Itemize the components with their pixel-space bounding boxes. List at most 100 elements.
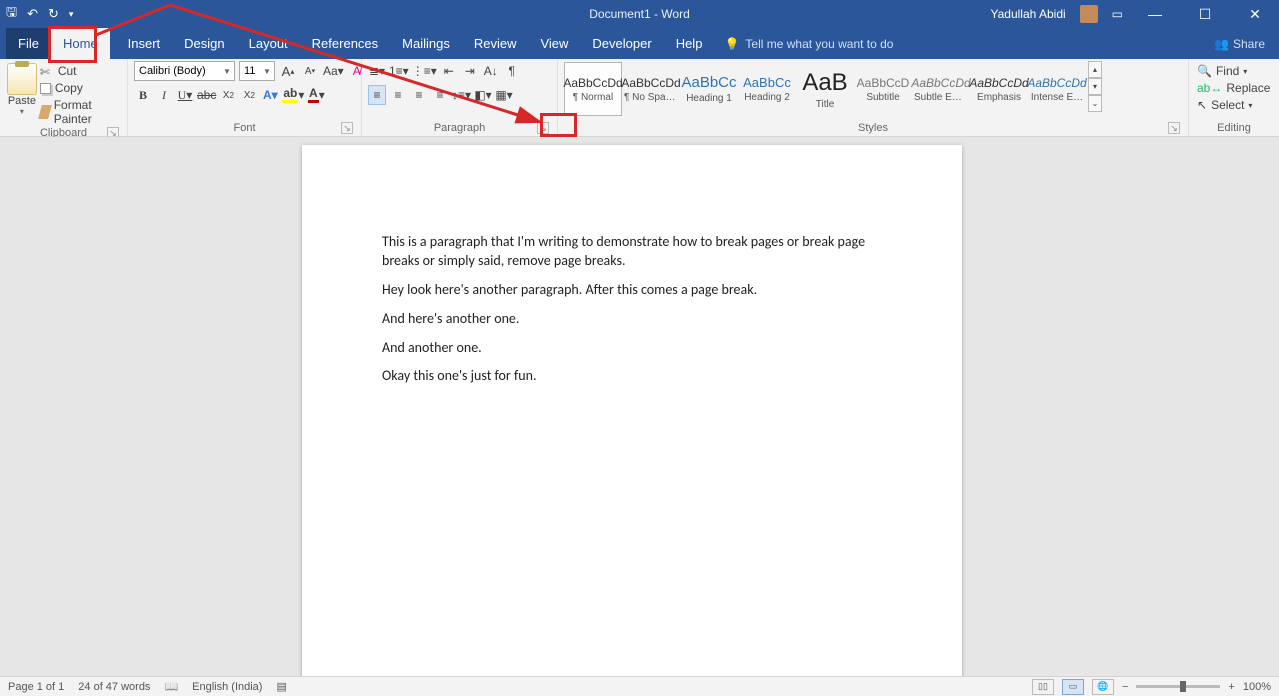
qat-customize-icon[interactable]: ▾ — [69, 9, 74, 20]
select-button[interactable]: ↖Select▾ — [1195, 97, 1272, 113]
decrease-indent-button[interactable]: ⇤ — [440, 61, 458, 81]
share-button[interactable]: 👥 Share — [1214, 28, 1265, 59]
tab-file[interactable]: File — [6, 28, 51, 59]
page[interactable]: This is a paragraph that I'm writing to … — [302, 145, 962, 676]
web-layout-button[interactable]: 🌐 — [1092, 679, 1114, 695]
zoom-in-button[interactable]: + — [1228, 681, 1234, 693]
shading-button[interactable]: ◧▾ — [474, 85, 492, 105]
numbering-button[interactable]: 1≡▾ — [389, 61, 409, 81]
account-name[interactable]: Yadullah Abidi — [990, 7, 1065, 21]
page-status[interactable]: Page 1 of 1 — [8, 681, 64, 693]
superscript-button[interactable]: X2 — [240, 85, 258, 105]
zoom-level[interactable]: 100% — [1243, 681, 1271, 693]
align-left-button[interactable]: ≡ — [368, 85, 386, 105]
chevron-down-icon[interactable]: ▼ — [260, 67, 274, 76]
paragraph-5[interactable]: Okay this one's just for fun. — [382, 367, 882, 386]
style-subtle-em-[interactable]: AaBbCcDdSubtle Em… — [912, 62, 970, 116]
read-mode-button[interactable]: ▯▯ — [1032, 679, 1054, 695]
font-name-combo[interactable]: ▼ — [134, 61, 235, 81]
style--normal[interactable]: AaBbCcDd¶ Normal — [564, 62, 622, 116]
replace-button[interactable]: ab↔Replace — [1195, 80, 1272, 96]
strikethrough-button[interactable]: abc — [197, 85, 216, 105]
font-size-combo[interactable]: ▼ — [239, 61, 275, 81]
cut-button[interactable]: ✄Cut — [38, 63, 121, 79]
tab-review[interactable]: Review — [462, 28, 529, 59]
tab-help[interactable]: Help — [664, 28, 715, 59]
style-heading-1[interactable]: AaBbCcHeading 1 — [680, 62, 738, 116]
tab-developer[interactable]: Developer — [580, 28, 663, 59]
copy-button[interactable]: Copy — [38, 80, 121, 96]
tab-home[interactable]: Home — [51, 28, 110, 59]
styles-down-button[interactable]: ▾ — [1088, 78, 1102, 95]
line-spacing-button[interactable]: ↕≡▾ — [452, 85, 471, 105]
document-workspace[interactable]: This is a paragraph that I'm writing to … — [0, 137, 1279, 676]
multilevel-button[interactable]: ⋮≡▾ — [412, 61, 437, 81]
paragraph-3[interactable]: And here's another one. — [382, 310, 882, 329]
macro-icon[interactable]: ▤ — [276, 680, 286, 693]
styles-launcher[interactable]: ↘ — [1168, 122, 1180, 134]
change-case-button[interactable]: Aa▾ — [323, 61, 344, 81]
style-intense-e-[interactable]: AaBbCcDdIntense E… — [1028, 62, 1086, 116]
format-painter-label: Format Painter — [54, 98, 119, 126]
spellcheck-icon[interactable]: 📖 — [164, 680, 178, 693]
redo-icon[interactable]: ↻ — [48, 6, 59, 22]
tab-references[interactable]: References — [300, 28, 390, 59]
borders-button[interactable]: ▦▾ — [495, 85, 513, 105]
underline-button[interactable]: U▾ — [176, 85, 194, 105]
bullets-button[interactable]: ≣▾ — [368, 61, 386, 81]
style-subtitle[interactable]: AaBbCcDSubtitle — [854, 62, 912, 116]
text-effects-button[interactable]: A▾ — [261, 85, 279, 105]
styles-gallery[interactable]: AaBbCcDd¶ NormalAaBbCcDd¶ No Spac…AaBbCc… — [564, 61, 1086, 117]
zoom-thumb[interactable] — [1180, 681, 1186, 692]
paragraph-1[interactable]: This is a paragraph that I'm writing to … — [382, 233, 882, 271]
tab-view[interactable]: View — [528, 28, 580, 59]
style-emphasis[interactable]: AaBbCcDdEmphasis — [970, 62, 1028, 116]
bold-button[interactable]: B — [134, 85, 152, 105]
paste-button[interactable]: Paste ▾ — [6, 61, 38, 116]
grow-font-button[interactable]: A▴ — [279, 61, 297, 81]
style--no-spac-[interactable]: AaBbCcDd¶ No Spac… — [622, 62, 680, 116]
font-launcher[interactable]: ↘ — [341, 122, 353, 134]
highlight-button[interactable]: ab▾ — [282, 85, 304, 105]
styles-more-button[interactable]: ⌄ — [1088, 95, 1102, 112]
paragraph-2[interactable]: Hey look here's another paragraph. After… — [382, 281, 882, 300]
tab-mailings[interactable]: Mailings — [390, 28, 462, 59]
paragraph-launcher[interactable]: ↘ — [537, 122, 549, 134]
find-button[interactable]: 🔍Find▾ — [1195, 63, 1272, 79]
zoom-out-button[interactable]: − — [1122, 681, 1128, 693]
styles-up-button[interactable]: ▴ — [1088, 61, 1102, 78]
style-title[interactable]: AaBTitle — [796, 62, 854, 116]
tab-design[interactable]: Design — [172, 28, 236, 59]
zoom-slider[interactable] — [1136, 685, 1220, 688]
increase-indent-button[interactable]: ⇥ — [461, 61, 479, 81]
print-layout-button[interactable]: ▭ — [1062, 679, 1084, 695]
language-status[interactable]: English (India) — [192, 681, 262, 693]
italic-button[interactable]: I — [155, 85, 173, 105]
font-size-input[interactable] — [240, 62, 260, 80]
display-options-icon[interactable]: ▭ — [1112, 7, 1123, 21]
undo-icon[interactable]: ↶ — [27, 6, 38, 22]
maximize-button[interactable]: ☐ — [1187, 6, 1223, 23]
save-icon[interactable]: 🖫 — [6, 3, 17, 25]
subscript-button[interactable]: X2 — [219, 85, 237, 105]
shrink-font-button[interactable]: A▾ — [301, 61, 319, 81]
sort-button[interactable]: A↓ — [482, 61, 500, 81]
align-right-button[interactable]: ≡ — [410, 85, 428, 105]
paragraph-4[interactable]: And another one. — [382, 339, 882, 358]
tell-me-search[interactable]: 💡 Tell me what you want to do — [724, 28, 893, 59]
style-heading-2[interactable]: AaBbCcHeading 2 — [738, 62, 796, 116]
justify-button[interactable]: ≡ — [431, 85, 449, 105]
format-painter-button[interactable]: Format Painter — [38, 97, 121, 127]
minimize-button[interactable]: — — [1137, 6, 1173, 22]
word-count[interactable]: 24 of 47 words — [78, 681, 150, 693]
group-editing: 🔍Find▾ ab↔Replace ↖Select▾ Editing — [1189, 59, 1279, 136]
avatar[interactable] — [1080, 5, 1098, 23]
align-center-button[interactable]: ≡ — [389, 85, 407, 105]
tab-layout[interactable]: Layout — [237, 28, 300, 59]
show-marks-button[interactable]: ¶ — [503, 61, 521, 81]
close-button[interactable]: ✕ — [1237, 6, 1273, 23]
tab-insert[interactable]: Insert — [116, 28, 173, 59]
chevron-down-icon[interactable]: ▼ — [220, 67, 234, 76]
font-color-button[interactable]: A▾ — [307, 85, 325, 105]
font-name-input[interactable] — [135, 62, 220, 80]
